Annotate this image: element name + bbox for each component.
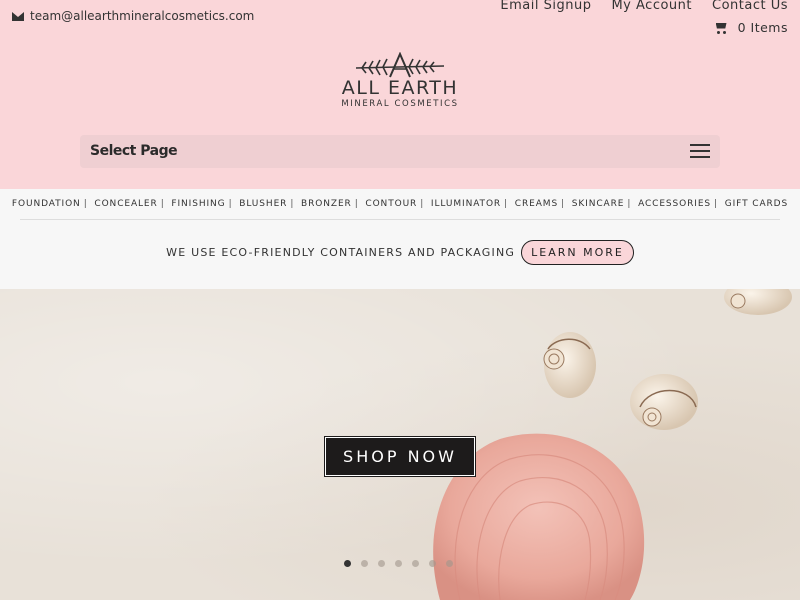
slide-dot[interactable] <box>429 560 436 567</box>
category-bronzer[interactable]: BRONZER <box>301 199 352 209</box>
fern-leaf-icon <box>355 52 445 78</box>
category-blusher[interactable]: BLUSHER <box>239 199 287 209</box>
category-finishing[interactable]: FINISHING <box>171 199 225 209</box>
select-page-label: Select Page <box>90 143 178 159</box>
promo-banner: WE USE ECO-FRIENDLY CONTAINERS AND PACKA… <box>0 240 800 265</box>
cart-count: 0 Items <box>737 20 788 35</box>
logo-name: ALL EARTH <box>341 77 459 99</box>
category-skincare[interactable]: SKINCARE <box>572 199 625 209</box>
category-nav: FOUNDATION | CONCEALER | FINISHING | BLUSHE… <box>11 199 789 209</box>
slide-dot[interactable] <box>446 560 453 567</box>
contact-email[interactable]: team@allearthmineralcosmetics.com <box>12 9 254 23</box>
envelope-icon <box>12 11 24 21</box>
my-account-link[interactable]: My Account <box>611 0 692 13</box>
cart-icon <box>714 22 728 34</box>
logo-subtitle: MINERAL COSMETICS <box>341 99 459 109</box>
category-accessories[interactable]: ACCESSORIES <box>638 199 711 209</box>
slide-dot[interactable] <box>361 560 368 567</box>
contact-us-link[interactable]: Contact Us <box>712 0 788 13</box>
top-links: Email Signup My Account Contact Us <box>500 0 788 13</box>
email-signup-link[interactable]: Email Signup <box>500 0 591 13</box>
category-contour[interactable]: CONTOUR <box>365 199 417 209</box>
email-text: team@allearthmineralcosmetics.com <box>30 9 255 23</box>
promo-text: WE USE ECO-FRIENDLY CONTAINERS AND PACKA… <box>166 246 516 259</box>
site-logo[interactable]: ALL EARTH MINERAL COSMETICS <box>330 52 470 118</box>
top-bar: team@allearthmineralcosmetics.com Email … <box>0 0 800 40</box>
category-creams[interactable]: CREAMS <box>515 199 558 209</box>
cart-link[interactable]: 0 Items <box>714 20 788 35</box>
divider <box>20 219 780 220</box>
hamburger-menu-icon[interactable] <box>690 144 710 160</box>
shop-now-button[interactable]: SHOP NOW <box>324 436 476 477</box>
learn-more-button[interactable]: LEARN MORE <box>521 240 634 265</box>
mobile-menu-bar[interactable]: Select Page <box>80 135 720 168</box>
category-illuminator[interactable]: ILLUMINATOR <box>431 199 501 209</box>
category-band: FOUNDATION | CONCEALER | FINISHING | BLUSHE… <box>0 189 800 289</box>
slide-dot[interactable] <box>344 560 351 567</box>
category-gift-cards[interactable]: GIFT CARDS <box>725 199 788 209</box>
hero-slider: SHOP NOW <box>0 289 800 600</box>
slider-pagination <box>344 560 453 567</box>
category-concealer[interactable]: CONCEALER <box>94 199 157 209</box>
slide-dot[interactable] <box>378 560 385 567</box>
slide-dot[interactable] <box>412 560 419 567</box>
slide-dot[interactable] <box>395 560 402 567</box>
category-foundation[interactable]: FOUNDATION <box>12 199 81 209</box>
